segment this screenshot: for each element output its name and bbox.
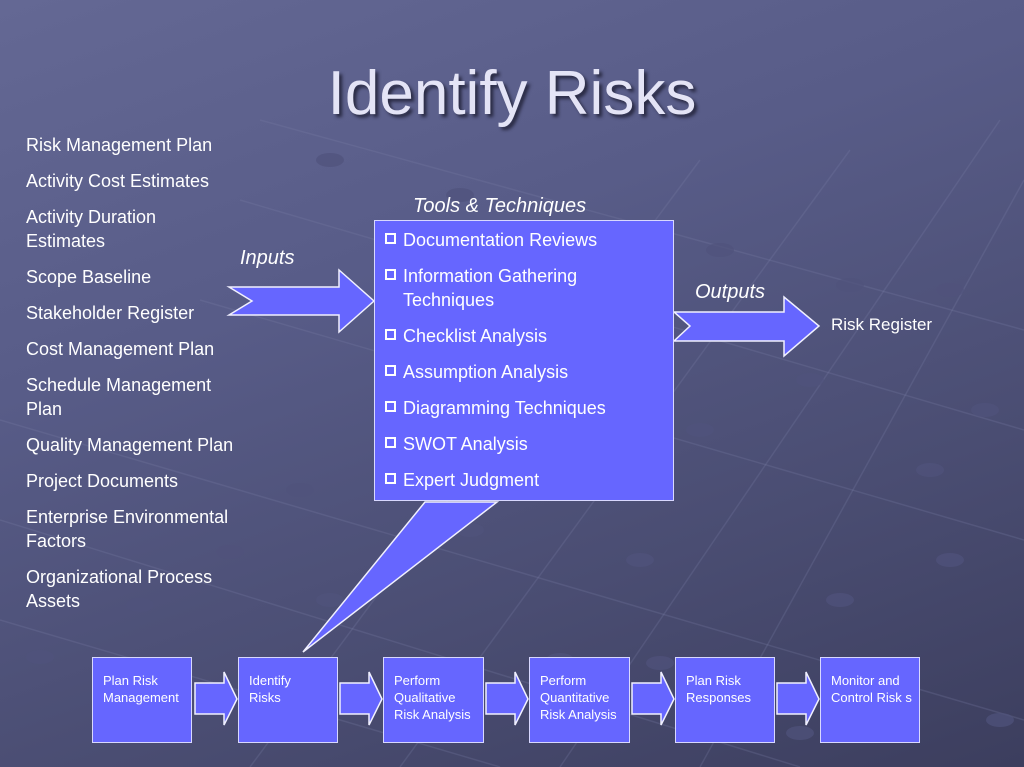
checkbox-bullet-icon <box>385 329 396 340</box>
callout-pointer <box>302 501 500 653</box>
checkbox-bullet-icon <box>385 473 396 484</box>
process-step: Plan Risk Management <box>92 657 192 743</box>
checkbox-bullet-icon <box>385 233 396 244</box>
flow-arrow <box>631 671 675 726</box>
checkbox-bullet-icon <box>385 401 396 412</box>
outputs-arrow <box>672 295 821 358</box>
process-step: Plan Risk Responses <box>675 657 775 743</box>
flow-arrow <box>339 671 383 726</box>
tool-item: Documentation Reviews <box>385 228 597 252</box>
outputs-label: Outputs <box>695 281 766 303</box>
process-step: Perform Quantitative Risk Analysis <box>529 657 630 743</box>
flow-arrow <box>194 671 238 726</box>
process-step: Perform Qualitative Risk Analysis <box>383 657 484 743</box>
checkbox-bullet-icon <box>385 365 396 376</box>
checkbox-bullet-icon <box>385 269 396 280</box>
process-step-current: Identify Risks <box>238 657 338 743</box>
flow-arrow <box>485 671 529 726</box>
output-item: Risk Register <box>831 315 933 334</box>
flow-arrow <box>776 671 820 726</box>
checkbox-bullet-icon <box>385 437 396 448</box>
tools-box: Documentation Reviews Information Gather… <box>374 220 674 501</box>
tool-item: Expert Judgment <box>385 468 539 492</box>
tool-item: Checklist Analysis <box>385 324 547 348</box>
process-step: Monitor and Control Risk s <box>820 657 920 743</box>
inputs-label: Inputs <box>240 247 295 269</box>
tool-item: Diagramming Techniques <box>385 396 606 420</box>
tools-label: Tools & Techniques <box>413 195 587 217</box>
tool-item: SWOT Analysis <box>385 432 528 456</box>
inputs-arrow <box>226 268 376 334</box>
tool-item: Assumption Analysis <box>385 360 568 384</box>
tool-item: Information Gathering Techniques <box>385 264 615 312</box>
